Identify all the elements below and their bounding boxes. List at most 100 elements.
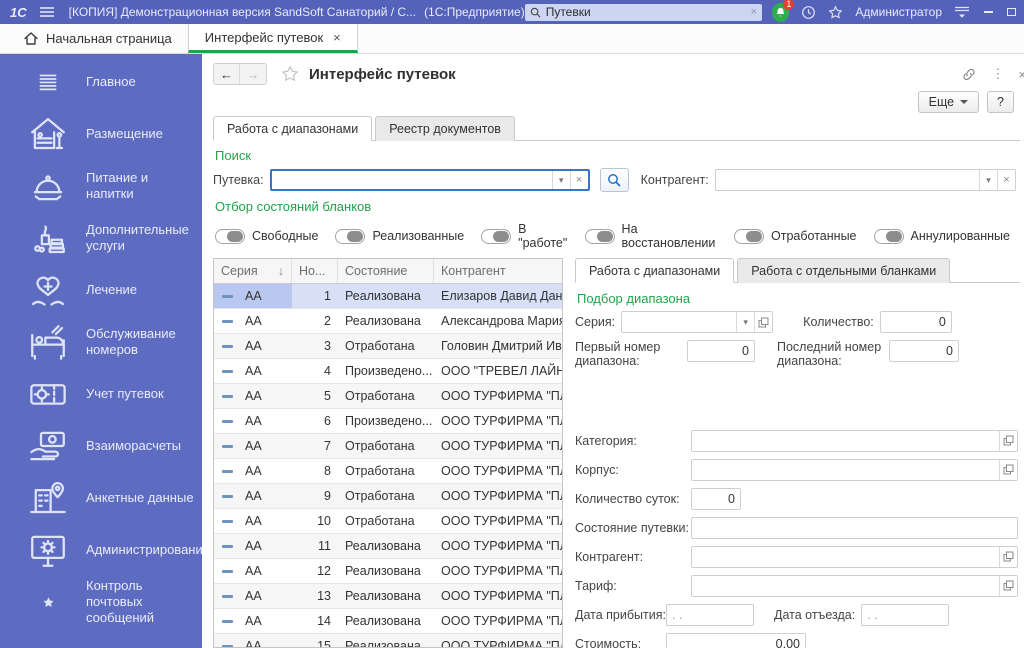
arrival-date-input[interactable] [667,604,753,625]
category-open-icon[interactable] [999,430,1017,451]
panel-kontragent-open-icon[interactable] [999,546,1017,567]
toggle-switch[interactable] [215,228,245,244]
window-controls [984,8,1016,16]
more-actions-icon[interactable]: ⋮ [991,66,1004,82]
table-row[interactable]: АА 3 Отработана Головин Дмитрий Иван [214,334,562,359]
sidebar-item-star[interactable]: Контроль почтовых сообщений [0,576,202,628]
panel-kontragent-field [691,545,1018,568]
row-state-icon [214,309,238,333]
sidebar-item-label: Главное [86,73,136,89]
seriya-open-icon[interactable] [754,312,773,332]
tarif-open-icon[interactable] [999,575,1017,596]
table-row[interactable]: АА 2 Реализована Александрова Мария М [214,309,562,334]
tarif-input[interactable] [692,575,999,596]
qty-input[interactable] [880,312,951,332]
panel-kontragent-input[interactable] [692,546,999,567]
sidebar-item-room[interactable]: Размещение [0,108,202,160]
vouchers-table: Серия ↓ Но... Состояние Контрагент АА 1 Ре… [213,258,563,648]
seriya-input[interactable] [622,312,737,332]
sidebar-item-food[interactable]: Питание и напитки [0,160,202,212]
first-number-input[interactable] [688,341,754,361]
kontragent-clear-icon[interactable]: × [997,170,1015,190]
filter-toggle-group: Реализованные [335,228,464,244]
korpus-input[interactable] [692,459,999,480]
back-button[interactable]: ← [214,64,240,84]
tab-reestr-dokumentov[interactable]: Реестр документов [375,116,515,141]
days-field [691,487,741,510]
row-state-icon [214,334,238,358]
sidebar-item-health[interactable]: Лечение [0,264,202,316]
departure-date-input[interactable] [862,604,949,625]
kontragent-input[interactable] [715,170,979,190]
main-area: ← → Интерфейс путевок ⋮ × Еще ? Работа с… [202,54,1024,648]
home-tab[interactable]: Начальная страница [8,24,188,53]
forward-button[interactable]: → [240,64,266,84]
minimize-button[interactable] [984,11,993,13]
get-link-icon[interactable] [961,67,977,82]
putevka-input[interactable] [271,171,552,189]
last-number-input[interactable] [890,341,958,361]
search-button[interactable] [599,168,629,192]
column-header-seriya[interactable]: Серия ↓ [214,259,292,283]
more-button[interactable]: Еще [917,91,980,113]
clear-search-icon[interactable]: × [751,6,757,18]
sidebar-item-admin[interactable]: Администрирование [0,524,202,576]
korpus-field [691,458,1018,481]
days-input[interactable] [692,488,740,509]
sidebar-item-menu[interactable]: Главное [0,56,202,108]
help-button[interactable]: ? [987,91,1014,113]
putevka-clear-icon[interactable]: × [569,171,588,189]
sidebar-item-settlements[interactable]: Взаиморасчеты [0,420,202,472]
sidebar-item-voucher[interactable]: Учет путевок [0,368,202,420]
table-row[interactable]: АА 8 Отработана ООО ТУРФИРМА "ПЛА [214,459,562,484]
table-row[interactable]: АА 15 Реализована ООО ТУРФИРМА "ПЛА [214,634,562,647]
table-row[interactable]: АА 6 Произведено... ООО ТУРФИРМА "ПЛА [214,409,562,434]
table-row[interactable]: АА 5 Отработана ООО ТУРФИРМА "ПЛА [214,384,562,409]
column-header-kontragent[interactable]: Контрагент [434,259,562,283]
cost-input[interactable] [667,633,805,648]
seriya-dropdown-icon[interactable]: ▾ [736,312,755,332]
close-form-icon[interactable]: × [1018,67,1024,82]
table-row[interactable]: АА 1 Реализована Елизаров Давид Данил [214,284,562,309]
toggle-switch[interactable] [734,228,765,244]
tab-interfeys-putevok[interactable]: Интерфейс путевок × [187,24,358,53]
toggle-switch[interactable] [335,228,366,244]
table-row[interactable]: АА 10 Отработана ООО ТУРФИРМА "ПЛА [214,509,562,534]
table-row[interactable]: АА 11 Реализована ООО ТУРФИРМА "ПЛА [214,534,562,559]
row-state-icon [214,634,238,647]
column-header-nomer[interactable]: Но... [292,259,338,283]
panel-tab-blanks[interactable]: Работа с отдельными бланками [737,258,951,283]
tab-rabota-s-diapazonami[interactable]: Работа с диапазонами [213,116,373,141]
cell-seriya: АА [245,489,262,503]
close-tab-icon[interactable]: × [333,30,341,45]
global-search-input[interactable]: Путевки × [524,3,762,21]
putevka-dropdown-icon[interactable]: ▾ [551,171,570,189]
main-menu-icon[interactable] [39,5,55,19]
functions-menu-icon[interactable] [954,5,970,19]
cell-nomer: 9 [324,489,331,503]
table-row[interactable]: АА 7 Отработана ООО ТУРФИРМА "ПЛА [214,434,562,459]
table-row[interactable]: АА 13 Реализована ООО ТУРФИРМА "ПЛА [214,584,562,609]
table-row[interactable]: АА 12 Реализована ООО ТУРФИРМА "ПЛА [214,559,562,584]
favorite-star-icon[interactable] [281,65,299,83]
sidebar-item-profiles[interactable]: Анкетные данные [0,472,202,524]
toggle-switch[interactable] [873,228,904,244]
notifications-bell-icon[interactable]: 1 [772,0,795,22]
history-icon[interactable] [801,5,816,20]
table-row[interactable]: АА 4 Произведено... ООО "ТРЕВЕЛ ЛАЙН" [214,359,562,384]
toggle-switch[interactable] [481,228,512,244]
table-row[interactable]: АА 9 Отработана ООО ТУРФИРМА "ПЛА [214,484,562,509]
column-header-sostoyanie[interactable]: Состояние [338,259,434,283]
favorites-star-icon[interactable] [828,4,843,20]
current-user[interactable]: Администратор [855,5,942,19]
toggle-switch[interactable] [584,228,615,244]
sidebar-item-housekeeping[interactable]: Обслуживание номеров [0,316,202,368]
maximize-button[interactable] [1007,8,1016,16]
korpus-open-icon[interactable] [999,459,1017,480]
table-row[interactable]: АА 14 Реализована ООО ТУРФИРМА "ПЛА [214,609,562,634]
category-input[interactable] [692,430,999,451]
voucher-state-input[interactable] [692,517,1017,538]
panel-tab-ranges[interactable]: Работа с диапазонами [575,258,735,283]
sidebar-item-spa[interactable]: Дополнительные услуги [0,212,202,264]
kontragent-dropdown-icon[interactable]: ▾ [979,170,997,190]
